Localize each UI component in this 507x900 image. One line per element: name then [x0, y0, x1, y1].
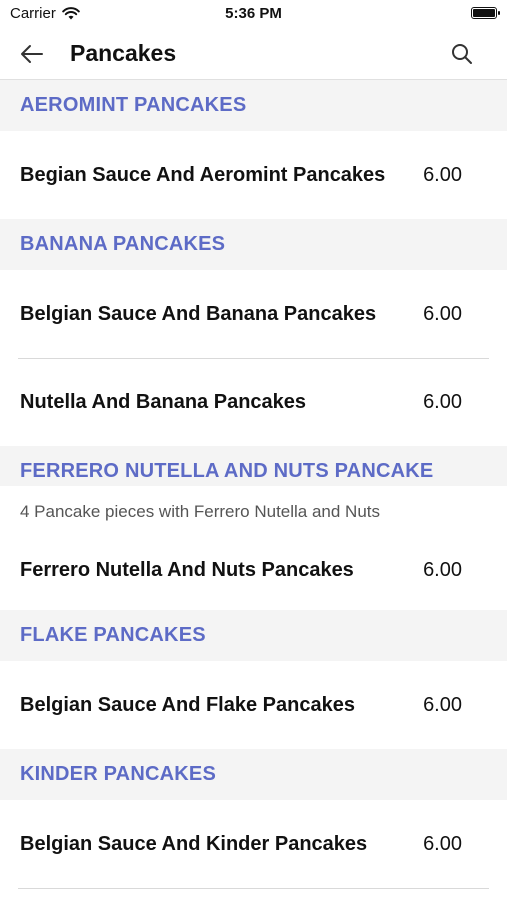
section-header-kinder: KINDER PANCAKES: [0, 749, 507, 800]
section-header-banana: BANANA PANCAKES: [0, 219, 507, 270]
list-item[interactable]: Begian Sauce And Aeromint Pancakes 6.00: [0, 131, 507, 219]
item-price: 6.00: [423, 163, 462, 186]
status-time: 5:36 PM: [225, 5, 282, 22]
menu-list: AEROMINT PANCAKES Begian Sauce And Aerom…: [0, 80, 507, 889]
item-name: Belgian Sauce And Banana Pancakes: [20, 302, 377, 325]
item-price: 6.00: [423, 693, 462, 716]
item-price: 6.00: [423, 302, 462, 325]
search-icon[interactable]: [449, 41, 475, 67]
page-title: Pancakes: [70, 40, 177, 66]
item-name: Ferrero Nutella And Nuts Pancakes: [20, 558, 354, 581]
section-header-flake: FLAKE PANCAKES: [0, 610, 507, 661]
divider: [18, 888, 489, 889]
section-header-ferrero: FERRERO NUTELLA AND NUTS PANCAKE: [0, 446, 507, 486]
list-item[interactable]: Ferrero Nutella And Nuts Pancakes 6.00: [0, 530, 507, 610]
item-price: 6.00: [423, 832, 462, 855]
nav-header: Pancakes: [0, 28, 507, 80]
list-item[interactable]: Nutella And Banana Pancakes 6.00: [0, 359, 507, 446]
section-description: 4 Pancake pieces with Ferrero Nutella an…: [20, 502, 381, 521]
item-name: Nutella And Banana Pancakes: [20, 391, 307, 413]
item-name: Belgian Sauce And Flake Pancakes: [20, 693, 355, 716]
list-item[interactable]: Belgian Sauce And Banana Pancakes 6.00: [0, 270, 507, 358]
item-name: Begian Sauce And Aeromint Pancakes: [20, 163, 386, 186]
section-header-aeromint: AEROMINT PANCAKES: [0, 80, 507, 131]
status-bar: Carrier 5:36 PM: [0, 0, 507, 28]
list-item[interactable]: Belgian Sauce And Kinder Pancakes 6.00: [0, 800, 507, 888]
item-price: 6.00: [423, 391, 462, 413]
back-arrow-icon[interactable]: [18, 40, 46, 68]
item-name: Belgian Sauce And Kinder Pancakes: [20, 832, 368, 855]
battery-icon: [471, 7, 500, 19]
item-price: 6.00: [423, 558, 462, 581]
list-item[interactable]: Belgian Sauce And Flake Pancakes 6.00: [0, 661, 507, 749]
